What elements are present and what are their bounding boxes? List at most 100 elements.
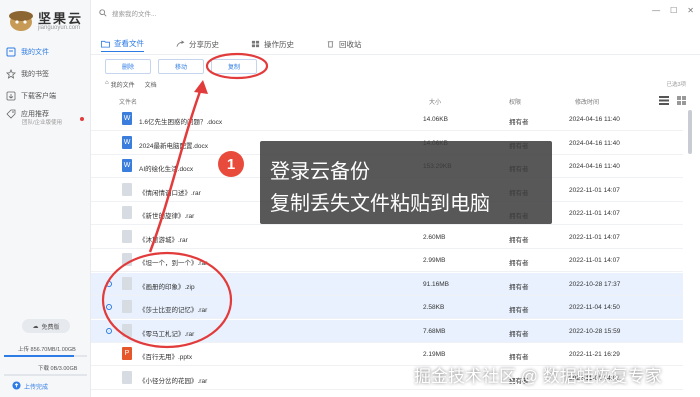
list-view-icon[interactable] [659, 96, 669, 105]
maximize-icon[interactable]: ☐ [670, 6, 677, 15]
list-header: 文件名 大小 权限 修改时间 [91, 95, 700, 107]
brand-url: jianguoyun.com [38, 25, 81, 31]
file-name[interactable]: 《零马工札记》.rar [139, 328, 194, 338]
file-modified: 2022-11-01 14:07 [569, 210, 620, 217]
file-name[interactable]: AI的绘化生活.docx [139, 163, 193, 173]
file-name[interactable]: 《小径分岔的花园》.rar [139, 375, 207, 385]
search-icon [99, 9, 107, 17]
file-name[interactable]: 《新世的旋律》.rar [139, 210, 194, 220]
row-checkbox[interactable] [106, 375, 112, 381]
file-name[interactable]: 《坦一个，到一个》.rar [139, 257, 207, 267]
rar-file-icon [122, 229, 132, 243]
file-name[interactable]: 《沐旅游城》.rar [139, 234, 188, 244]
sidebar-item-label: 我的文件 [21, 49, 49, 56]
file-name[interactable]: 《情闲情调口述》.rar [139, 187, 201, 197]
download-icon [6, 91, 16, 101]
free-plan-button[interactable]: ☁ 免费版 [22, 319, 70, 333]
row-checkbox[interactable] [106, 304, 112, 310]
minimize-icon[interactable]: — [652, 6, 660, 15]
column-size[interactable]: 大小 [429, 97, 441, 106]
sidebar-item-bookmarks[interactable]: 我的书签 [6, 66, 90, 82]
column-permission[interactable]: 权限 [509, 97, 521, 106]
row-checkbox[interactable] [106, 140, 112, 146]
breadcrumb-current: 文档 [144, 83, 157, 89]
table-row[interactable]: 《莎士比亚的记忆》.rar 2.58KB 拥有者 2022-11-04 14:50 [91, 296, 683, 319]
table-row[interactable]: 《坦一个，到一个》.rar 2.99MB 拥有者 2022-11-01 14:07 [91, 249, 683, 272]
upload-quota: 上传 856.70MB/1.00GB [18, 347, 76, 353]
file-modified: 2022-11-01 14:07 [569, 233, 620, 241]
close-icon[interactable]: ✕ [687, 6, 694, 15]
scrollbar[interactable] [688, 110, 692, 154]
tab-recycle-bin[interactable]: 回收站 [326, 36, 362, 52]
grid-view-icon[interactable] [677, 96, 686, 105]
breadcrumb: ⌂ 我的文件 文档 [105, 80, 157, 89]
app-logo[interactable]: 坚果云 jianguoyun.com [8, 6, 88, 36]
share-icon [176, 40, 185, 47]
rar-file-icon [122, 182, 132, 196]
table-row[interactable]: 《零马工札记》.rar 7.68MB 拥有者 2022-10-28 15:59 [91, 319, 683, 343]
home-icon[interactable]: ⌂ [105, 80, 109, 89]
upload-quota-bar [4, 355, 87, 357]
row-checkbox[interactable] [106, 257, 112, 263]
tab-divider [91, 54, 700, 55]
file-name[interactable]: 2024最新电脑配置.docx [139, 140, 208, 150]
column-modified[interactable]: 修改时间 [575, 97, 599, 106]
sidebar-item-download-client[interactable]: 下载客户端 [6, 88, 90, 104]
file-name[interactable]: 《画册的印象》.zip [139, 281, 195, 291]
zip-file-icon [122, 276, 132, 290]
tab-bar: 查看文件 分享历史 操作历史 回收站 [101, 36, 581, 54]
row-checkbox[interactable] [106, 116, 112, 122]
row-checkbox[interactable] [106, 351, 112, 357]
table-row[interactable]: W 1.6亿先生困惑的问题？.docx 14.06KB 拥有者 2024-04-16 1… [91, 108, 683, 131]
delete-button[interactable]: 删除 [105, 59, 151, 74]
folder-icon [101, 40, 110, 48]
app-recommend-subtitle: 团队/企业版使用 [22, 120, 63, 126]
upload-done-link[interactable]: 上传完成 [24, 382, 48, 391]
sidebar-item-label: 我的书签 [21, 71, 49, 78]
table-row[interactable]: 《沐旅游城》.rar 2.60MB 拥有者 2022-11-01 14:07 [91, 226, 683, 249]
copy-button[interactable]: 复制 [211, 59, 257, 74]
free-plan-label: 免费版 [41, 324, 60, 331]
file-modified: 2024-04-16 11:40 [569, 163, 620, 170]
file-permission: 拥有者 [509, 330, 529, 338]
move-button[interactable]: 移动 [158, 59, 204, 74]
file-name[interactable]: 1.6亿先生困惑的问题？.docx [139, 116, 222, 126]
file-name[interactable]: 《莎士比亚的记忆》.rar [139, 304, 207, 314]
row-checkbox[interactable] [106, 327, 112, 334]
callout-line-1: 登录云备份 [270, 161, 370, 183]
docx-file-icon: W [122, 112, 132, 125]
file-name[interactable]: 《百行无用》.pptx [139, 351, 192, 361]
tab-label: 分享历史 [189, 39, 219, 49]
file-size: 91.16MB [423, 280, 450, 288]
file-permission: 拥有者 [509, 236, 529, 244]
file-permission: 拥有者 [509, 260, 529, 267]
tab-share-history[interactable]: 分享历史 [176, 36, 219, 52]
watermark: 掘金技术社区 @ 数据蛙恢复专家 [414, 367, 662, 386]
file-size: 7.68MB [423, 327, 446, 335]
tab-label: 查看文件 [114, 39, 144, 48]
star-icon [6, 69, 16, 79]
window-controls: — ☐ ✕ [652, 6, 694, 15]
tab-view-files[interactable]: 查看文件 [101, 36, 144, 52]
instruction-callout: 登录云备份 复制丢失文件粘贴到电脑 [260, 141, 552, 224]
trash-icon [327, 41, 334, 48]
tab-operation-history[interactable]: 操作历史 [251, 36, 294, 52]
column-name[interactable]: 文件名 [119, 97, 137, 106]
file-size: 2.19MB [423, 351, 446, 358]
upload-cloud-icon [12, 381, 21, 390]
row-checkbox[interactable] [106, 187, 112, 193]
row-checkbox[interactable] [106, 163, 112, 169]
sidebar-item-my-files[interactable]: 我的文件 [6, 44, 90, 60]
breadcrumb-root[interactable]: 我的文件 [111, 80, 135, 89]
search-bar[interactable]: 搜索我的文件... [99, 6, 349, 20]
search-input[interactable]: 搜索我的文件... [112, 8, 156, 18]
row-checkbox[interactable] [106, 234, 112, 240]
download-quota-bar [4, 374, 87, 376]
file-size: 14.06KB [423, 116, 448, 123]
file-modified: 2022-10-28 17:37 [569, 280, 621, 288]
table-row[interactable]: 《画册的印象》.zip 91.16MB 拥有者 2022-10-28 17:37 [91, 272, 683, 296]
file-permission: 拥有者 [509, 307, 529, 314]
rar-file-icon [122, 253, 132, 266]
row-checkbox[interactable] [106, 280, 112, 287]
row-checkbox[interactable] [106, 210, 112, 216]
